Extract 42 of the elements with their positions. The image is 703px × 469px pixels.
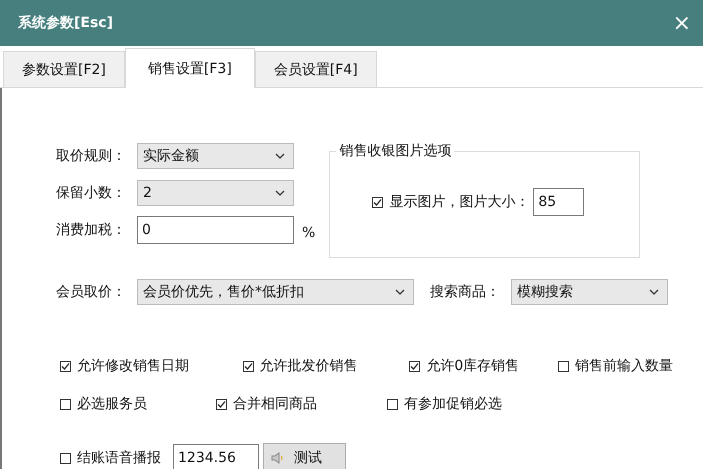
unit-label: %	[302, 225, 316, 241]
checkbox[interactable]	[409, 360, 420, 372]
decimals-dropdown[interactable]: 2	[137, 180, 294, 206]
checkbox-label: 销售前输入数量	[575, 357, 674, 375]
voice-text-field[interactable]: 1234.56	[173, 444, 259, 469]
checkbox-label: 允许批发价销售	[260, 357, 358, 375]
caret-icon	[275, 153, 285, 159]
checkbox[interactable]	[60, 452, 71, 464]
test-button[interactable]: 测试	[263, 443, 346, 469]
checkbox[interactable]	[216, 398, 227, 410]
checkbox[interactable]	[372, 196, 384, 208]
checkbox-label: 必选服务员	[77, 395, 147, 413]
caret-icon	[275, 190, 285, 196]
field-label: 保留小数：	[56, 184, 127, 202]
search-dropdown[interactable]: 模糊搜索	[511, 279, 668, 305]
tab[interactable]: 参数设置[F2]	[3, 51, 125, 87]
checkbox-label: 允许修改销售日期	[77, 357, 189, 375]
checkbox-label: 合并相同商品	[233, 395, 317, 413]
tax-field[interactable]: 0	[137, 216, 294, 244]
checkbox[interactable]	[558, 360, 570, 372]
field-label: 会员取价：	[56, 283, 127, 301]
field-label: 取价规则：	[56, 147, 127, 165]
member-price-dropdown[interactable]: 会员价优先，售价*低折扣	[137, 279, 414, 305]
field-label: 搜索商品：	[430, 283, 501, 301]
caret-icon	[395, 289, 405, 295]
checkbox[interactable]	[60, 360, 71, 372]
checkbox-label: 有参加促销必选	[404, 395, 502, 413]
window-title: 系统参数[Esc]	[18, 14, 113, 32]
field-label: 消费加税：	[56, 221, 127, 239]
tab[interactable]: 销售设置[F3]	[124, 48, 255, 88]
group-title: 销售收银图片选项	[336, 142, 454, 160]
checkbox[interactable]	[60, 398, 71, 410]
close-button[interactable]: ×	[672, 10, 691, 36]
checkbox[interactable]	[387, 398, 398, 410]
tab[interactable]: 会员设置[F4]	[254, 51, 377, 87]
price-rule-dropdown[interactable]: 实际金额	[137, 143, 294, 169]
checkbox-label: 显示图片，图片大小：	[389, 193, 530, 211]
checkbox[interactable]	[242, 360, 254, 372]
checkbox-label: 结账语音播报	[77, 449, 161, 467]
caret-icon	[649, 289, 659, 295]
image-size-field[interactable]: 85	[533, 188, 584, 216]
checkbox-label: 允许0库存销售	[426, 357, 520, 375]
